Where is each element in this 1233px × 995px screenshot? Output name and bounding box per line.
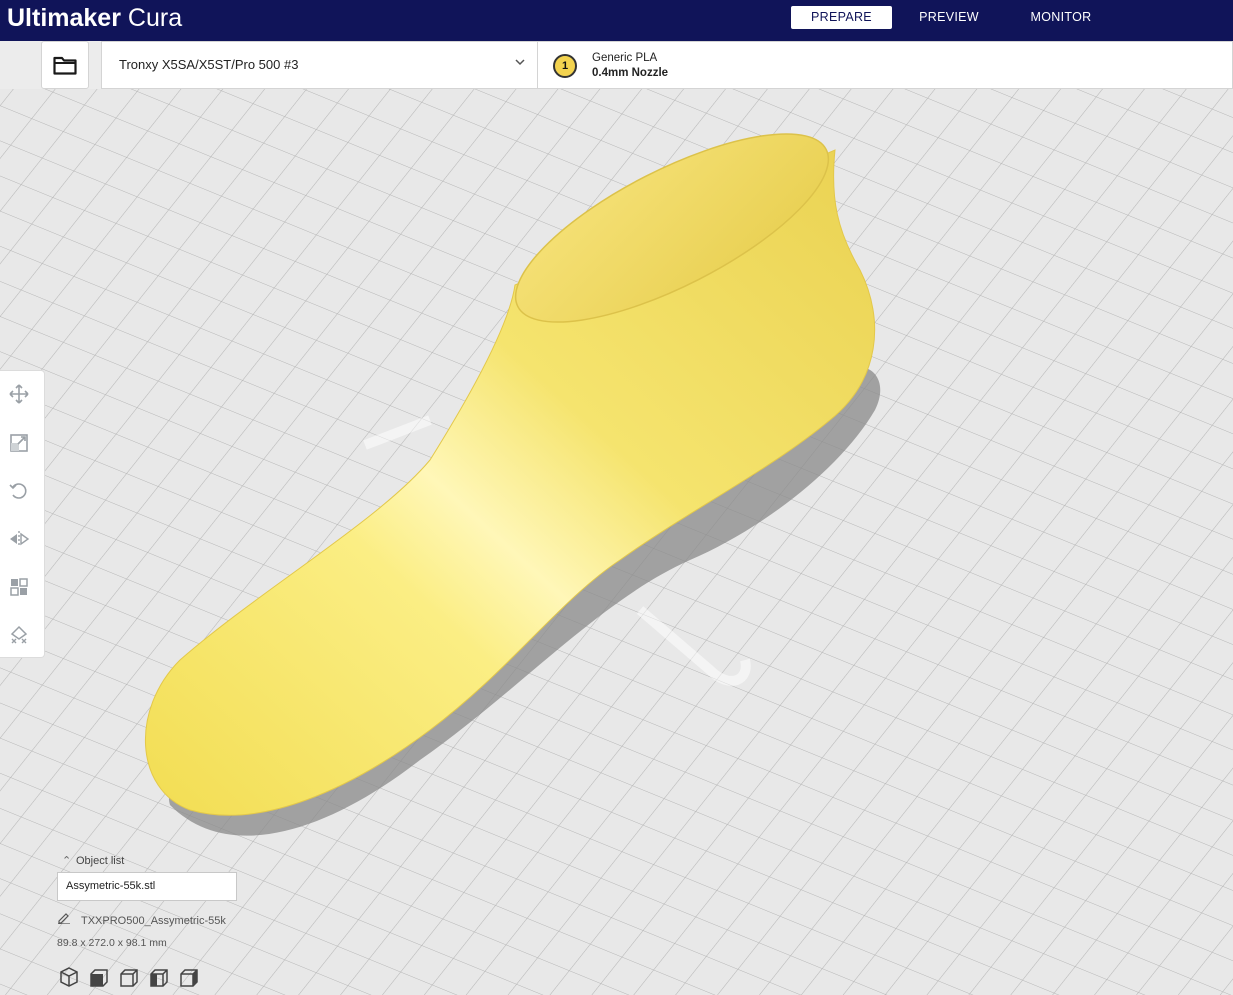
object-list-label: Object list bbox=[76, 855, 125, 867]
job-name-text: TXXPRO500_Assymetric-55k bbox=[81, 915, 226, 927]
app-header: Ultimaker Cura PREPARE PREVIEW MONITOR bbox=[0, 0, 1233, 41]
per-model-settings-icon bbox=[10, 578, 28, 596]
build-plate-scene bbox=[0, 89, 1233, 995]
object-list-toggle[interactable]: ⌃ Object list bbox=[62, 854, 124, 867]
scale-icon bbox=[10, 434, 28, 452]
tab-prepare[interactable]: PREPARE bbox=[791, 6, 892, 29]
print-setup-selector[interactable]: 1 Generic PLA 0.4mm Nozzle bbox=[537, 41, 1233, 89]
folder-icon bbox=[53, 56, 77, 75]
rotate-tool-button[interactable] bbox=[8, 480, 30, 502]
move-tool-button[interactable] bbox=[8, 383, 30, 405]
mirror-tool-button[interactable] bbox=[8, 528, 30, 550]
support-blocker-icon bbox=[10, 625, 28, 644]
top-view-icon[interactable] bbox=[118, 966, 140, 988]
nozzle-size: 0.4mm Nozzle bbox=[592, 67, 669, 79]
model-dimensions: 89.8 x 272.0 x 98.1 mm bbox=[57, 937, 167, 949]
scale-tool-button[interactable] bbox=[8, 432, 30, 454]
rotate-icon bbox=[9, 483, 27, 499]
3d-view-icon[interactable] bbox=[58, 966, 80, 988]
tab-preview[interactable]: PREVIEW bbox=[906, 6, 992, 29]
open-file-button[interactable] bbox=[41, 41, 89, 89]
pencil-icon bbox=[57, 912, 81, 927]
job-name[interactable]: TXXPRO500_Assymetric-55k bbox=[57, 912, 226, 927]
extruder-badge: 1 bbox=[553, 54, 577, 78]
right-view-icon[interactable] bbox=[178, 966, 200, 988]
per-model-settings-button[interactable] bbox=[8, 576, 30, 598]
material-name: Generic PLA bbox=[592, 52, 658, 64]
left-view-icon[interactable] bbox=[148, 966, 170, 988]
app-logo: Ultimaker Cura bbox=[7, 4, 183, 32]
build-plate-viewport[interactable] bbox=[0, 89, 1233, 995]
support-blocker-button[interactable] bbox=[8, 624, 30, 646]
tab-monitor[interactable]: MONITOR bbox=[1016, 6, 1106, 29]
chevron-up-icon: ⌃ bbox=[62, 855, 72, 867]
move-icon bbox=[9, 384, 29, 404]
chevron-down-icon bbox=[515, 59, 525, 66]
object-list-item[interactable]: Assymetric-55k.stl bbox=[57, 872, 237, 901]
machine-selector[interactable]: Tronxy X5SA/X5ST/Pro 500 #3 bbox=[101, 41, 537, 89]
tool-panel bbox=[0, 370, 45, 658]
mirror-icon bbox=[10, 531, 30, 547]
front-view-icon[interactable] bbox=[88, 966, 110, 988]
machine-name: Tronxy X5SA/X5ST/Pro 500 #3 bbox=[119, 57, 299, 72]
